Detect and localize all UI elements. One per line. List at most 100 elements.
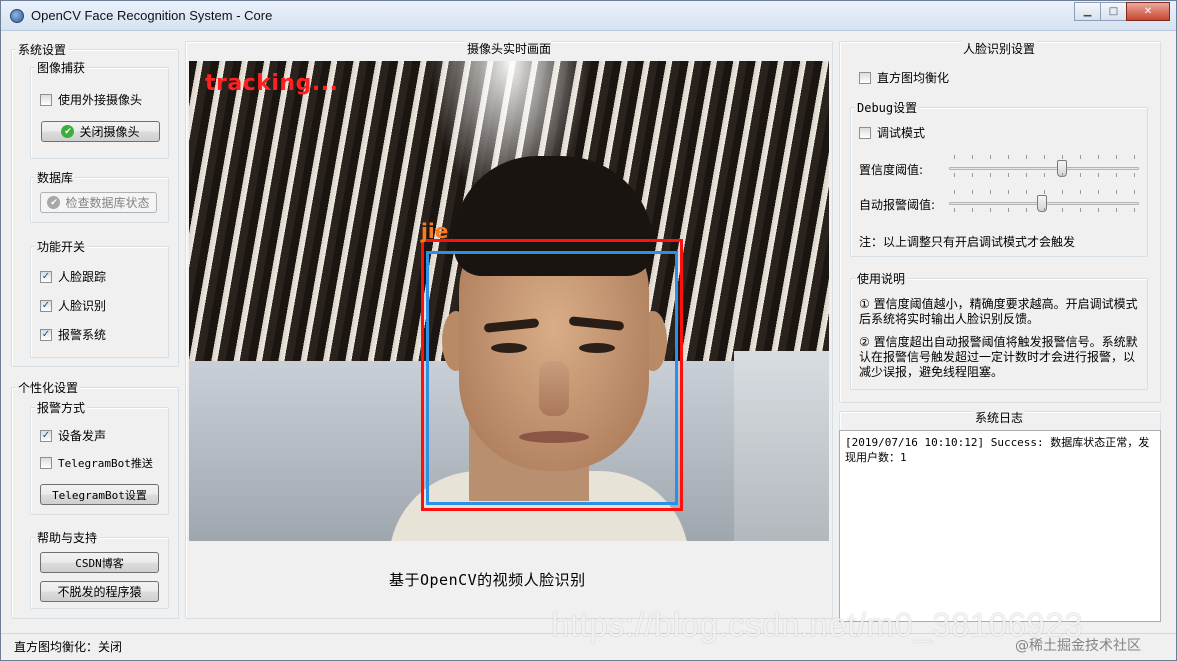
alarm-system-checkbox[interactable]: ✓ 报警系统 <box>40 326 106 343</box>
slider-tick <box>1116 208 1117 212</box>
system-log-title: 系统日志 <box>973 409 1026 426</box>
close-window-button[interactable]: ✕ <box>1126 2 1170 21</box>
slider-tick <box>972 155 973 159</box>
alarm-threshold-slider[interactable] <box>949 190 1139 216</box>
slider-tick <box>1116 173 1117 177</box>
slider-tick <box>1026 173 1027 177</box>
system-caption: 基于OpenCV的视频人脸识别 <box>389 571 586 589</box>
confidence-label: 置信度阈值: <box>859 163 924 177</box>
slider-tick <box>1008 208 1009 212</box>
recognition-settings-title: 人脸识别设置 <box>961 40 1038 57</box>
check-circle-icon: ✔ <box>61 125 75 138</box>
slider-tick <box>1098 173 1099 177</box>
slider-tick <box>972 173 973 177</box>
close-camera-label: 关闭摄像头 <box>79 125 140 139</box>
checkbox-box: ✓ <box>40 299 52 312</box>
debug-title: Debug设置 <box>855 99 920 116</box>
slider-tick <box>1134 190 1135 194</box>
telegram-push-label: TelegramBot推送 <box>58 457 153 470</box>
slider-tick <box>1044 173 1045 177</box>
minimize-button[interactable]: ▁ <box>1074 2 1101 21</box>
window-controls: ▁ □ ✕ <box>1074 2 1170 21</box>
check-circle-icon: ✔ <box>47 196 61 209</box>
window-background <box>734 351 829 541</box>
usage-title: 使用说明 <box>855 270 908 287</box>
url-watermark: https://blog.csdn.net/m0_38106923 <box>551 606 1084 643</box>
features-title: 功能开关 <box>35 238 88 255</box>
title-bar: OpenCV Face Recognition System - Core ▁ … <box>1 1 1176 31</box>
debug-mode-checkbox[interactable]: 调试模式 <box>859 124 925 141</box>
capture-group: 图像捕获 <box>30 59 169 159</box>
debug-note: 注：以上调整只有开启调试模式才会触发 <box>859 235 1076 249</box>
checkbox-box <box>40 93 52 106</box>
slider-tick <box>1134 208 1135 212</box>
slider-tick <box>1116 155 1117 159</box>
capture-title: 图像捕获 <box>35 59 88 76</box>
camera-app-icon <box>10 9 24 23</box>
slider-tick <box>1080 155 1081 159</box>
programmer-button[interactable]: 不脱发的程序猿 <box>40 581 159 602</box>
recognition-box <box>426 251 678 505</box>
usage-paragraph-1: ① 置信度阈值越小，精确度要求越高。开启调试模式后系统将实时输出人脸识别反馈。 <box>859 297 1138 326</box>
slider-tick <box>1062 190 1063 194</box>
slider-tick <box>954 190 955 194</box>
alarm-method-title: 报警方式 <box>35 399 88 416</box>
checkbox-box: ✓ <box>40 328 52 341</box>
status-text: 直方图均衡化：关闭 <box>14 640 123 654</box>
slider-tick <box>1044 208 1045 212</box>
slider-tick <box>1116 190 1117 194</box>
window-title: OpenCV Face Recognition System - Core <box>31 8 273 23</box>
camera-title: 摄像头实时画面 <box>465 40 554 57</box>
slider-tick <box>1008 173 1009 177</box>
app-window: OpenCV Face Recognition System - Core ▁ … <box>0 0 1177 661</box>
slider-tick <box>990 190 991 194</box>
recognized-name-label: jie <box>421 219 449 243</box>
slider-tick <box>1062 173 1063 177</box>
slider-tick <box>1062 155 1063 159</box>
histogram-eq-checkbox[interactable]: 直方图均衡化 <box>859 69 949 86</box>
histogram-eq-label: 直方图均衡化 <box>877 71 950 85</box>
slider-tick <box>1080 208 1081 212</box>
maximize-button[interactable]: □ <box>1100 2 1127 21</box>
slider-tick <box>990 155 991 159</box>
slider-tick <box>1098 190 1099 194</box>
checkbox-box: ✓ <box>40 270 52 283</box>
confidence-slider[interactable] <box>949 155 1139 181</box>
system-log-textarea[interactable]: [2019/07/16 10:10:12] Success: 数据库状态正常，发… <box>839 430 1161 622</box>
slider-tick <box>1098 155 1099 159</box>
slider-tick <box>1062 208 1063 212</box>
slider-tick <box>990 173 991 177</box>
external-camera-checkbox[interactable]: 使用外接摄像头 <box>40 91 142 108</box>
slider-thumb[interactable] <box>1037 195 1047 212</box>
external-camera-label: 使用外接摄像头 <box>58 93 143 107</box>
slider-tick <box>972 208 973 212</box>
face-tracking-checkbox[interactable]: ✓ 人脸跟踪 <box>40 268 106 285</box>
debug-mode-label: 调试模式 <box>877 126 926 140</box>
slider-tick <box>972 190 973 194</box>
camera-feed: tracking... jie <box>189 61 829 541</box>
database-title: 数据库 <box>35 169 76 186</box>
slider-tick <box>1044 155 1045 159</box>
checkbox-box <box>859 126 871 139</box>
slider-tick <box>990 208 991 212</box>
check-database-button[interactable]: ✔ 检查数据库状态 <box>40 192 157 213</box>
telegram-settings-button[interactable]: TelegramBot设置 <box>40 484 159 505</box>
usage-paragraph-2: ② 置信度超出自动报警阈值将触发报警信号。系统默认在报警信号触发超过一定计数时才… <box>859 335 1138 379</box>
alarm-threshold-label: 自动报警阈值: <box>859 198 936 212</box>
check-database-label: 检查数据库状态 <box>65 196 150 210</box>
csdn-blog-button[interactable]: CSDN博客 <box>40 552 159 573</box>
slider-track <box>949 167 1139 170</box>
device-sound-label: 设备发声 <box>58 429 107 443</box>
face-recognition-label: 人脸识别 <box>58 299 107 313</box>
device-sound-checkbox[interactable]: ✓ 设备发声 <box>40 427 106 444</box>
slider-tick <box>954 155 955 159</box>
face-recognition-checkbox[interactable]: ✓ 人脸识别 <box>40 297 106 314</box>
slider-tick <box>1134 155 1135 159</box>
community-watermark: @稀土掘金技术社区 <box>1015 638 1141 654</box>
checkbox-box <box>40 457 52 469</box>
close-camera-button[interactable]: ✔ 关闭摄像头 <box>41 121 160 142</box>
slider-tick <box>1026 190 1027 194</box>
slider-tick <box>1008 190 1009 194</box>
slider-tick <box>1134 173 1135 177</box>
telegram-push-checkbox[interactable]: TelegramBot推送 <box>40 455 153 471</box>
